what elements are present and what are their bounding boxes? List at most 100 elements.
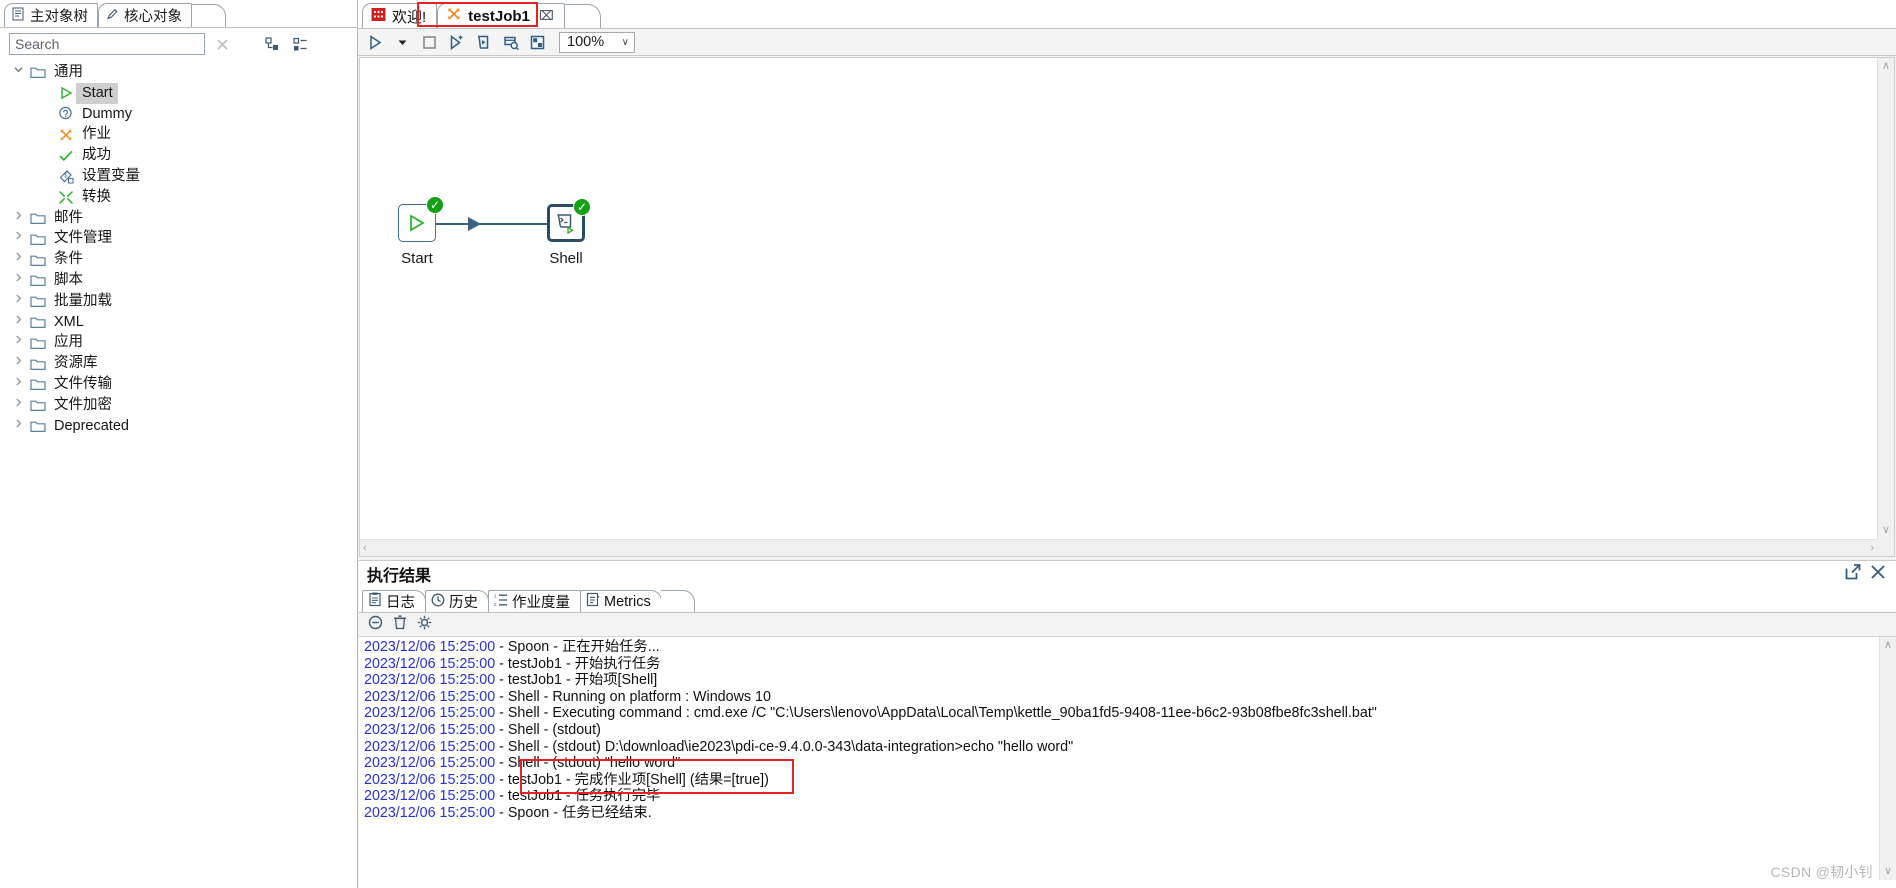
- tree-item-文件传输[interactable]: 文件传输: [0, 374, 357, 395]
- chevron-right-icon[interactable]: [8, 270, 28, 291]
- tree-item-label: 文件加密: [54, 396, 112, 413]
- watermark: CSDN @韧小钊: [1770, 864, 1873, 880]
- scroll-right-icon[interactable]: ›: [1870, 542, 1874, 554]
- clear-log-icon[interactable]: [368, 615, 383, 634]
- search-input[interactable]: Search: [9, 33, 205, 55]
- tree-item-label: Dummy: [82, 105, 132, 122]
- maximize-icon[interactable]: [1845, 564, 1861, 584]
- tab-history[interactable]: 历史: [425, 590, 489, 612]
- log-scroll-down-icon[interactable]: ∨: [1884, 866, 1892, 880]
- run-icon[interactable]: [363, 31, 388, 54]
- job-canvas[interactable]: ✓ Start ✓ Shell: [360, 58, 1877, 539]
- log-message: - testJob1 - 任务执行完毕: [495, 788, 661, 805]
- chevron-right-icon[interactable]: [8, 332, 28, 353]
- tree-item-Dummy[interactable]: Dummy: [0, 104, 357, 125]
- chevron-right-icon[interactable]: [8, 249, 28, 270]
- settings-icon[interactable]: [417, 615, 432, 634]
- chevron-down-icon[interactable]: [8, 62, 28, 83]
- tree-item-label: XML: [54, 313, 84, 330]
- stop-icon[interactable]: [417, 31, 442, 54]
- expand-all-icon[interactable]: [289, 33, 311, 55]
- zoom-level-value: 100%: [567, 34, 605, 50]
- chevron-right-icon[interactable]: [8, 208, 28, 229]
- tree-item-通用[interactable]: 通用: [0, 62, 357, 83]
- metrics-icon: [586, 592, 600, 611]
- tree-item-label: 设置变量: [82, 167, 140, 184]
- log-message: - Spoon - 正在开始任务...: [495, 639, 660, 655]
- log-scroll-up-icon[interactable]: ∧: [1884, 637, 1892, 651]
- tree-item-设置变量[interactable]: $ 设置变量: [0, 166, 357, 187]
- tree-item-文件加密[interactable]: 文件加密: [0, 395, 357, 416]
- grid-icon[interactable]: [525, 31, 550, 54]
- tab-testjob1[interactable]: testJob1 ⌧: [437, 3, 565, 28]
- node-shell[interactable]: ✓ Shell: [547, 198, 591, 267]
- tree-item-批量加载[interactable]: 批量加载: [0, 291, 357, 312]
- zoom-level-combo[interactable]: 100% ∨: [559, 31, 635, 53]
- tree-item-文件管理[interactable]: 文件管理: [0, 228, 357, 249]
- inspect-icon[interactable]: [498, 31, 523, 54]
- tree-item-资源库[interactable]: 资源库: [0, 353, 357, 374]
- scroll-up-icon[interactable]: ∧: [1882, 58, 1890, 72]
- chevron-right-icon[interactable]: [8, 353, 28, 374]
- chevron-right-icon[interactable]: [8, 374, 28, 395]
- tree-item-转换[interactable]: 转换: [0, 187, 357, 208]
- log-message: - testJob1 - 开始项[Shell]: [495, 672, 658, 689]
- log-output[interactable]: 2023/12/06 15:25:00 - Spoon - 正在开始任务... 2…: [359, 637, 1896, 880]
- tab-welcome[interactable]: 欢迎!: [362, 3, 438, 28]
- chevron-right-icon[interactable]: [8, 291, 28, 312]
- log-timestamp: 2023/12/06 15:25:00: [364, 738, 496, 755]
- node-start[interactable]: ✓ Start: [398, 196, 444, 267]
- folder-icon: [28, 315, 48, 329]
- editor-tabstrip: 欢迎! testJob1 ⌧: [358, 0, 1896, 29]
- run-options-dropdown-icon[interactable]: [390, 31, 415, 54]
- core-objects-tree[interactable]: 通用 Start Dummy 作业成功 $ 设置变量 转换 邮件 文件管理条件脚本 批量加载 XML…: [0, 60, 357, 436]
- log-timestamp: 2023/12/06 15:25:00: [364, 688, 496, 705]
- log-lines: 2023/12/06 15:25:00 - Spoon - 正在开始任务... 2…: [359, 639, 1896, 822]
- clear-search-icon[interactable]: [211, 33, 233, 55]
- log-toolbar: [359, 613, 1896, 637]
- tree-item-XML[interactable]: XML: [0, 312, 357, 333]
- tree-item-成功[interactable]: 成功: [0, 145, 357, 166]
- tree-item-label: 资源库: [54, 355, 98, 372]
- log-line: 2023/12/06 15:25:00 - Shell - (stdout) "…: [359, 755, 1896, 772]
- canvas-horizontal-scrollbar[interactable]: ‹ ›: [360, 539, 1877, 556]
- preview-icon[interactable]: [444, 31, 469, 54]
- log-timestamp: 2023/12/06 15:25:00: [364, 672, 496, 689]
- tree-item-条件[interactable]: 条件: [0, 249, 357, 270]
- tab-metrics[interactable]: Metrics: [580, 590, 662, 612]
- close-icon[interactable]: [1870, 564, 1886, 584]
- chevron-right-icon[interactable]: [8, 416, 28, 437]
- tab-log[interactable]: 日志: [362, 590, 426, 612]
- log-vertical-scrollbar[interactable]: ∧ ∨: [1879, 637, 1896, 880]
- tab-job-metrics[interactable]: 12 作业度量: [488, 590, 581, 612]
- job-canvas-panel: ✓ Start ✓ Shell ∧ ∨ ‹ ›: [359, 57, 1895, 557]
- folder-icon: [28, 65, 48, 79]
- tree-item-label: 作业: [82, 126, 111, 143]
- tree-item-应用[interactable]: 应用: [0, 332, 357, 353]
- tree-item-脚本[interactable]: 脚本: [0, 270, 357, 291]
- chevron-right-icon[interactable]: [8, 395, 28, 416]
- tree-item-label: 条件: [54, 251, 83, 268]
- chevron-right-icon[interactable]: [8, 312, 28, 333]
- tree-item-邮件[interactable]: 邮件: [0, 208, 357, 229]
- scroll-down-icon[interactable]: ∨: [1882, 525, 1890, 539]
- log-timestamp: 2023/12/06 15:25:00: [364, 788, 496, 805]
- results-header-icons: [1845, 564, 1890, 584]
- node-shell-box[interactable]: ✓: [547, 198, 591, 242]
- delete-icon[interactable]: [393, 615, 407, 634]
- tab-core-objects[interactable]: 核心对象: [98, 3, 192, 27]
- canvas-vertical-scrollbar[interactable]: ∧ ∨: [1877, 58, 1894, 539]
- tab-main-object-tree[interactable]: 主对象树: [4, 3, 98, 27]
- close-icon[interactable]: ⌧: [539, 8, 554, 24]
- collapse-all-icon[interactable]: [261, 33, 283, 55]
- tree-item-Deprecated[interactable]: Deprecated: [0, 416, 357, 437]
- log-timestamp: 2023/12/06 15:25:00: [364, 655, 496, 672]
- tree-item-Start[interactable]: Start: [0, 82, 357, 104]
- chevron-right-icon[interactable]: [8, 228, 28, 249]
- scroll-left-icon[interactable]: ‹: [363, 542, 367, 554]
- folder-icon: [28, 377, 48, 391]
- tab-welcome-label: 欢迎!: [392, 8, 427, 26]
- node-start-box[interactable]: ✓: [398, 196, 444, 242]
- tree-item-作业[interactable]: 作业: [0, 124, 357, 145]
- debug-icon[interactable]: [471, 31, 496, 54]
